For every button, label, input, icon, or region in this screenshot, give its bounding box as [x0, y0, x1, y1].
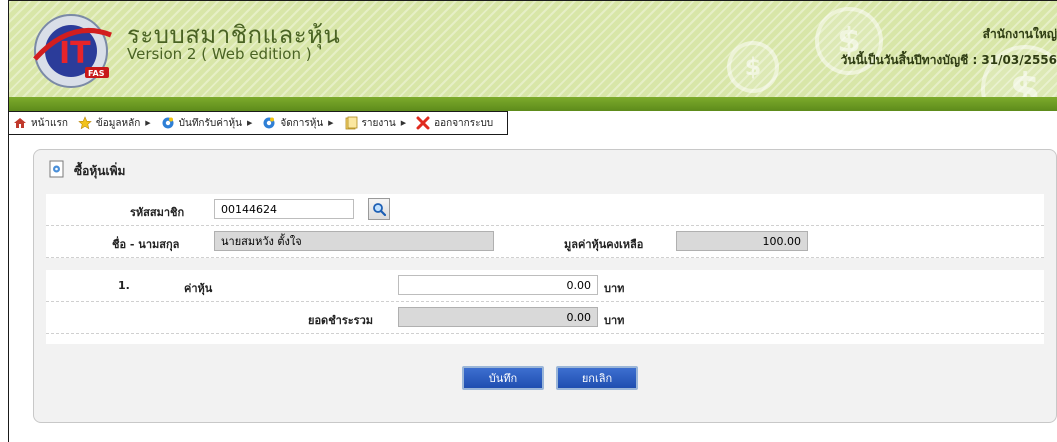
remaining-share-label: มูลค่าหุ้นคงเหลือ: [564, 238, 644, 251]
submenu-arrow-icon: ▶: [400, 119, 407, 127]
panel-header: ซื้อหุ้นเพิ่ม: [48, 160, 125, 182]
app-subtitle: Version 2 ( Web edition ): [127, 45, 312, 63]
submenu-arrow-icon: ▶: [145, 119, 151, 127]
member-id-row: รหัสสมาชิก: [46, 194, 1044, 226]
star-icon: [78, 116, 92, 130]
app-logo: IT FAS: [33, 14, 112, 88]
share-amount-input[interactable]: [398, 275, 598, 295]
menu-item-report[interactable]: รายงาน ▶: [344, 116, 407, 131]
menu-item-label: รายงาน: [361, 117, 396, 129]
member-name-field: [214, 231, 494, 251]
menu-item-label: หน้าแรก: [31, 117, 68, 129]
logo-text: IT: [59, 36, 91, 71]
home-icon: [13, 116, 27, 130]
total-amount-field: [398, 307, 598, 327]
name-label: ชื่อ - นามสกุล: [112, 238, 180, 251]
menu-item-label: จัดการหุ้น: [280, 117, 324, 129]
submenu-arrow-icon: ▶: [328, 119, 334, 127]
app-header: IT FAS ระบบสมาชิกและหุ้น Version 2 ( Web…: [9, 1, 1057, 133]
section-divider: [46, 258, 1044, 270]
document-icon: [48, 160, 66, 182]
panel-title: ซื้อหุ้นเพิ่ม: [74, 163, 126, 178]
menu-item-label: บันทึกรับค่าหุ้น: [178, 117, 242, 129]
main-menu: หน้าแรก ข้อมูลหลัก ▶ บันทึกรับค่าหุ้น ▶ …: [9, 111, 509, 135]
menu-item-home[interactable]: หน้าแรก: [13, 116, 68, 131]
share-amount-label: ค่าหุ้น: [184, 282, 213, 295]
menu-item-logout[interactable]: ออกจากระบบ: [416, 116, 493, 131]
office-name: สำนักงานใหญ่: [982, 27, 1057, 41]
coin-decoration-icon: $: [727, 41, 779, 93]
total-row: ยอดชำระรวม บาท: [46, 302, 1044, 334]
member-name-row: ชื่อ - นามสกุล มูลค่าหุ้นคงเหลือ: [46, 226, 1044, 258]
gear-icon: [262, 116, 276, 130]
menu-item-label: ออกจากระบบ: [434, 117, 494, 129]
menu-item-record-share[interactable]: บันทึกรับค่าหุ้น ▶: [161, 116, 253, 131]
menu-item-master-data[interactable]: ข้อมูลหลัก ▶: [78, 116, 151, 131]
save-button[interactable]: บันทึก: [462, 366, 544, 390]
member-id-input[interactable]: [214, 199, 354, 219]
member-id-label: รหัสสมาชิก: [130, 206, 185, 219]
buy-share-form: รหัสสมาชิก ชื่อ - นามสกุล มูลค่าหุ้นคงเห…: [46, 194, 1044, 344]
cancel-button[interactable]: ยกเลิก: [556, 366, 638, 390]
search-icon: [373, 203, 386, 216]
share-amount-row: 1. ค่าหุ้น บาท: [46, 270, 1044, 302]
close-icon: [416, 116, 430, 130]
fiscal-date-label: วันนี้เป็นวันสิ้นปีทางบัญชี : 31/03/2556: [840, 53, 1057, 67]
menu-item-label: ข้อมูลหลัก: [95, 117, 141, 129]
app-window: IT FAS ระบบสมาชิกและหุ้น Version 2 ( Web…: [8, 0, 1057, 442]
menu-item-manage-share[interactable]: จัดการหุ้น ▶: [262, 116, 334, 131]
total-label: ยอดชำระรวม: [308, 314, 373, 327]
logo-badge: FAS: [88, 69, 105, 78]
share-unit-label: บาท: [604, 282, 625, 295]
total-unit-label: บาท: [604, 314, 625, 327]
report-icon: [344, 116, 358, 130]
submenu-arrow-icon: ▶: [246, 119, 253, 127]
search-member-button[interactable]: [368, 198, 390, 220]
gear-icon: [161, 116, 175, 130]
item-number: 1.: [118, 279, 130, 292]
remaining-share-field: [676, 231, 808, 251]
buy-share-panel: ซื้อหุ้นเพิ่ม รหัสสมาชิก ชื่อ - นามสกุล …: [33, 149, 1057, 423]
header-strip: [9, 97, 1057, 111]
